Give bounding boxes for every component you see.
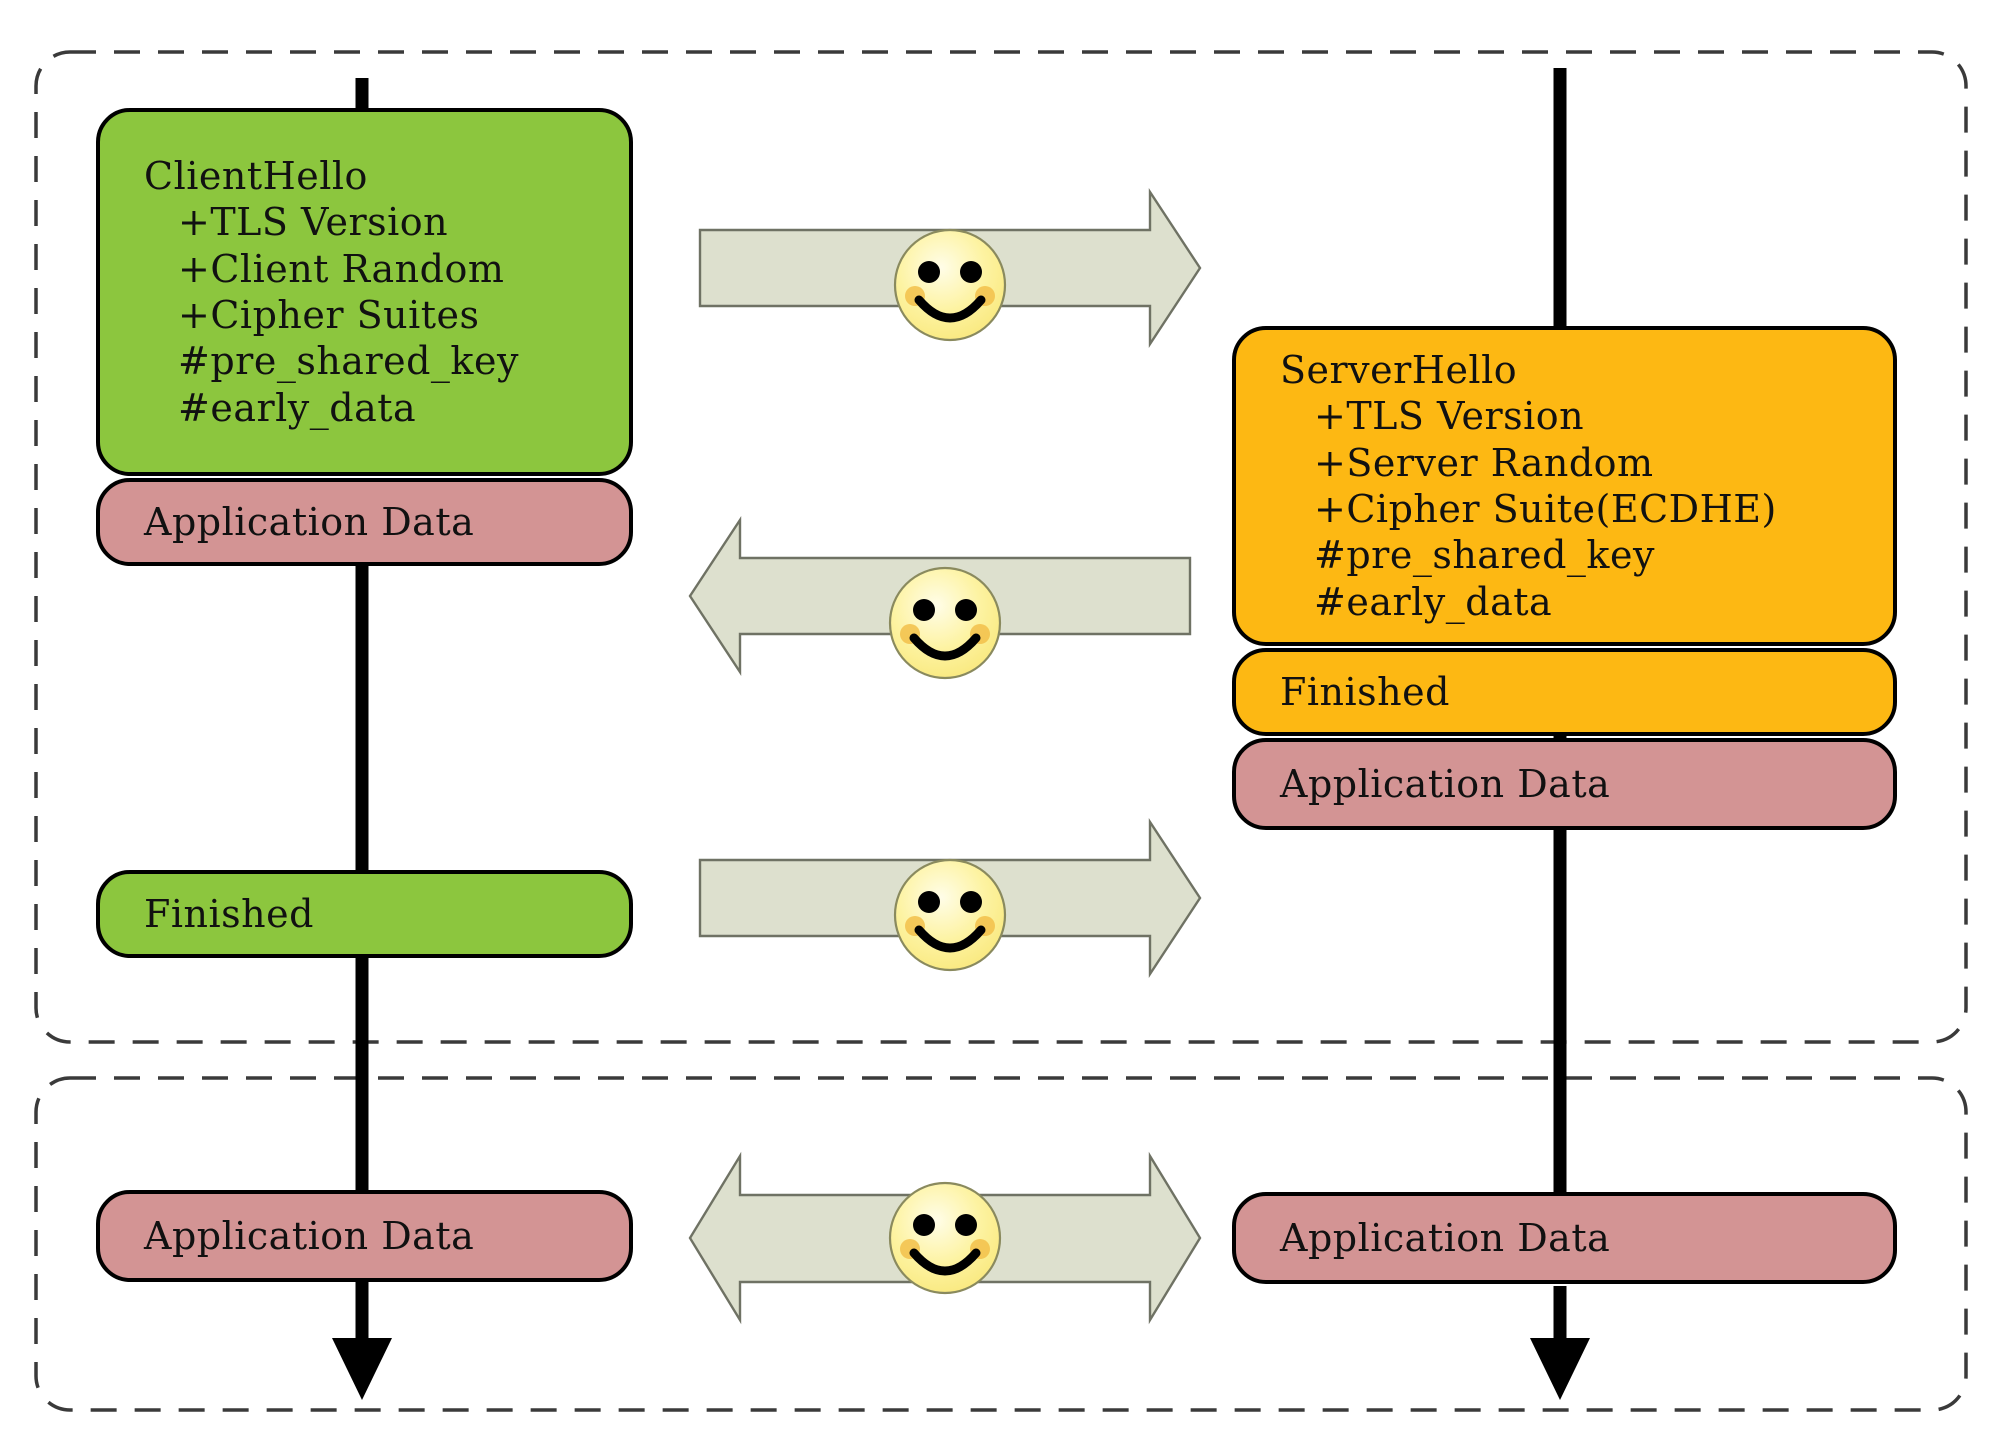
client-finished-box[interactable]: Finished	[96, 870, 633, 958]
server-hello-item-pre-shared-key: #pre_shared_key	[1314, 533, 1655, 578]
server-application-data-label-2: Application Data	[1280, 1215, 1611, 1260]
smiley-face-icon	[888, 566, 1002, 680]
server-hello-item-cipher-suite: +Cipher Suite(ECDHE)	[1314, 487, 1777, 531]
server-application-data-box-1[interactable]: Application Data	[1232, 738, 1897, 830]
client-application-data-box-2[interactable]: Application Data	[96, 1190, 633, 1282]
server-hello-item-tls-version: +TLS Version	[1314, 394, 1585, 439]
arrow-application-data	[688, 1151, 1202, 1325]
client-finished-label: Finished	[144, 891, 314, 936]
server-hello-item-server-random: +Server Random	[1314, 440, 1654, 485]
server-finished-box[interactable]: Finished	[1232, 648, 1897, 736]
smiley-face-icon	[893, 858, 1007, 972]
client-hello-title: ClientHello	[144, 153, 368, 198]
client-hello-item-cipher-suites: +Cipher Suites	[178, 293, 480, 337]
smiley-face-icon	[888, 1181, 1002, 1295]
smiley-face-icon	[893, 228, 1007, 342]
server-finished-label: Finished	[1280, 669, 1450, 714]
server-hello-item-early-data: #early_data	[1314, 579, 1553, 624]
client-hello-item-early-data: #early_data	[178, 385, 417, 430]
arrow-client-finished	[698, 817, 1202, 979]
tls-handshake-diagram: ClientHello +TLS Version +Client Random …	[0, 0, 2001, 1446]
server-hello-box[interactable]: ServerHello +TLS Version +Server Random …	[1232, 326, 1897, 646]
client-hello-box[interactable]: ClientHello +TLS Version +Client Random …	[96, 108, 633, 476]
client-lifeline-arrowhead	[332, 1338, 392, 1400]
client-hello-item-tls-version: +TLS Version	[178, 200, 449, 245]
client-hello-item-client-random: +Client Random	[178, 246, 505, 291]
client-application-data-label-2: Application Data	[144, 1213, 475, 1258]
server-hello-title: ServerHello	[1280, 347, 1518, 392]
server-application-data-label-1: Application Data	[1280, 761, 1611, 806]
server-lifeline-arrowhead	[1530, 1338, 1590, 1400]
server-application-data-box-2[interactable]: Application Data	[1232, 1192, 1897, 1284]
arrow-server-to-client-hello	[688, 515, 1192, 680]
arrow-client-to-server-hello	[698, 187, 1202, 349]
client-application-data-box-1[interactable]: Application Data	[96, 478, 633, 566]
client-hello-item-pre-shared-key: #pre_shared_key	[178, 339, 519, 384]
client-application-data-label-1: Application Data	[144, 499, 475, 544]
